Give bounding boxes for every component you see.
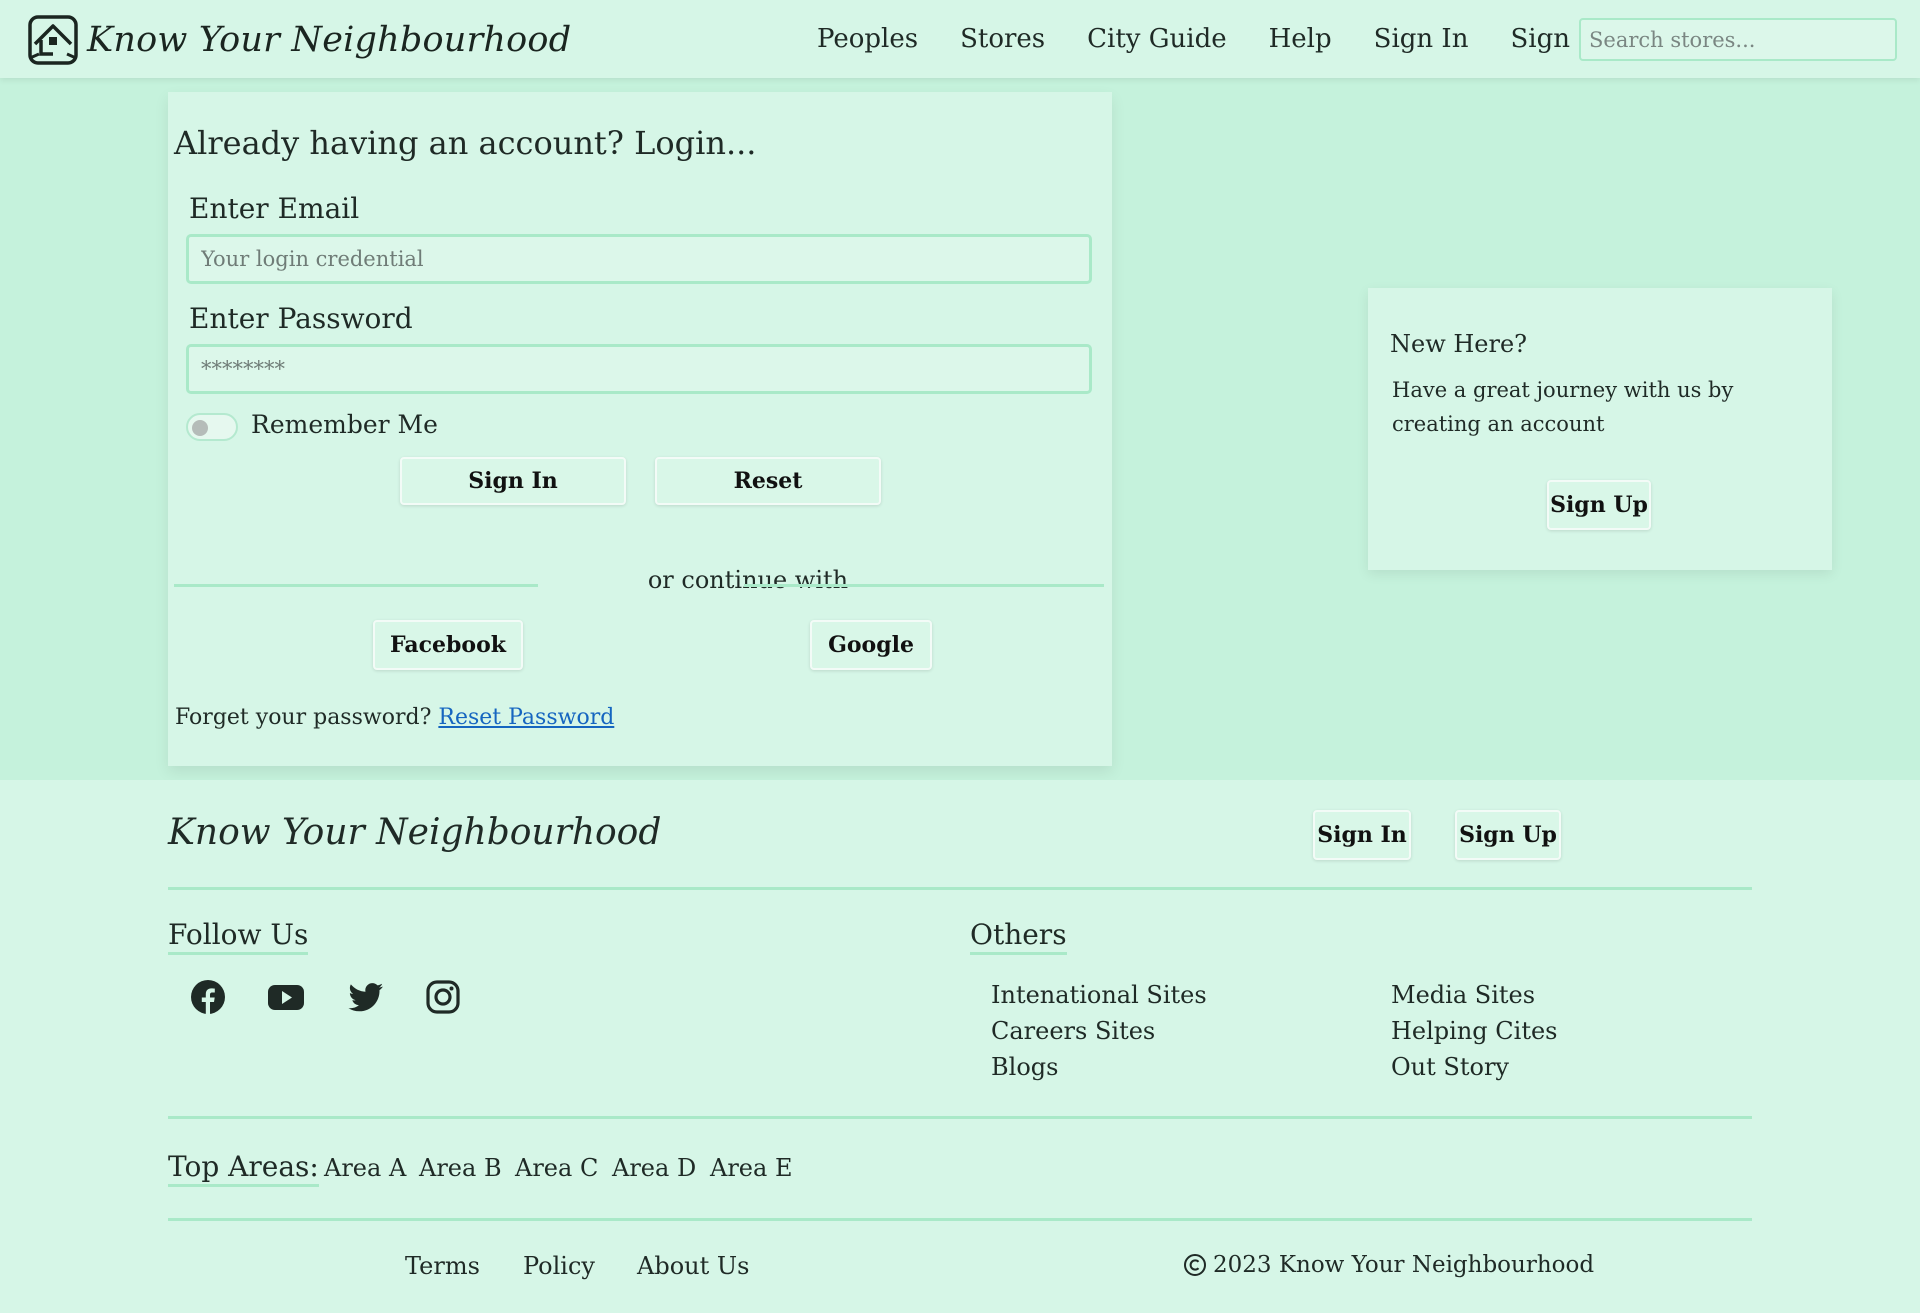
others-link-careers-sites[interactable]: Careers Sites [991, 1017, 1155, 1045]
area-link-d[interactable]: Area D [612, 1154, 696, 1182]
nav-link-help[interactable]: Help [1269, 22, 1332, 56]
forgot-password: Forget your password? Reset Password [175, 705, 614, 730]
footer-brand: Know Your Neighbourhood [168, 812, 662, 853]
others-link-international-sites[interactable]: Intenational Sites [991, 981, 1207, 1009]
youtube-icon[interactable] [267, 978, 305, 1016]
footer-link-terms[interactable]: Terms [405, 1252, 480, 1280]
navbar: Know Your Neighbourhood Peoples Stores C… [0, 0, 1920, 78]
footer-sign-up-button[interactable]: Sign Up [1455, 810, 1561, 860]
reset-password-link[interactable]: Reset Password [438, 705, 614, 730]
footer-divider-2 [168, 1116, 1752, 1119]
footer-link-about-us[interactable]: About Us [637, 1252, 749, 1280]
nav-link-peoples[interactable]: Peoples [817, 22, 918, 56]
brand-name: Know Your Neighbourhood [87, 20, 572, 60]
password-label: Enter Password [189, 302, 413, 335]
password-field[interactable] [186, 344, 1092, 394]
others-link-blogs[interactable]: Blogs [991, 1053, 1058, 1081]
area-link-e[interactable]: Area E [710, 1154, 792, 1182]
others-link-media-sites[interactable]: Media Sites [1391, 981, 1535, 1009]
copyright-icon [1184, 1254, 1206, 1276]
top-areas-title: Top Areas: [168, 1150, 319, 1187]
divider-line-left [174, 584, 538, 587]
copyright: 2023 Know Your Neighbourhood [1183, 1252, 1594, 1278]
nav-link-stores[interactable]: Stores [960, 22, 1045, 56]
others-link-helping-cites[interactable]: Helping Cites [1391, 1017, 1558, 1045]
divider-line-right [744, 584, 1104, 587]
copyright-text: 2023 Know Your Neighbourhood [1213, 1252, 1595, 1278]
reset-button[interactable]: Reset [655, 457, 881, 505]
facebook-login-button[interactable]: Facebook [373, 620, 523, 670]
login-title: Already having an account? Login... [174, 124, 757, 162]
footer: Know Your Neighbourhood Sign In Sign Up … [0, 780, 1920, 1313]
forgot-password-text: Forget your password? [175, 705, 432, 730]
footer-sign-in-button[interactable]: Sign In [1313, 810, 1411, 860]
sign-in-button[interactable]: Sign In [400, 457, 626, 505]
remember-me-toggle[interactable] [186, 413, 238, 441]
area-link-a[interactable]: Area A [324, 1154, 406, 1182]
google-login-button[interactable]: Google [810, 620, 932, 670]
remember-me-label: Remember Me [251, 410, 438, 439]
twitter-icon[interactable] [347, 978, 385, 1016]
email-label: Enter Email [189, 192, 360, 225]
facebook-icon[interactable] [189, 978, 227, 1016]
divider-text: or continue with [647, 566, 849, 594]
area-link-b[interactable]: Area B [419, 1154, 502, 1182]
nav-links: Peoples Stores City Guide Help Sign In S… [817, 22, 1659, 56]
brand[interactable]: Know Your Neighbourhood [27, 14, 571, 66]
login-card: Already having an account? Login... Ente… [168, 92, 1112, 766]
others-link-out-story[interactable]: Out Story [1391, 1053, 1509, 1081]
new-here-sign-up-button[interactable]: Sign Up [1547, 480, 1651, 530]
area-link-c[interactable]: Area C [515, 1154, 598, 1182]
new-here-card: New Here? Have a great journey with us b… [1368, 288, 1832, 570]
follow-us-title: Follow Us [168, 918, 309, 955]
nav-link-city-guide[interactable]: City Guide [1087, 22, 1226, 56]
nav-link-sign-in[interactable]: Sign In [1374, 22, 1469, 56]
others-title: Others [970, 918, 1067, 955]
footer-link-policy[interactable]: Policy [523, 1252, 595, 1280]
instagram-icon[interactable] [424, 978, 462, 1016]
new-here-title: New Here? [1390, 330, 1528, 358]
email-field[interactable] [186, 234, 1092, 284]
search-input[interactable] [1579, 18, 1897, 61]
toggle-knob [192, 420, 208, 436]
home-logo-icon [28, 15, 78, 65]
new-here-text: Have a great journey with us by creating… [1392, 378, 1734, 436]
footer-divider-3 [168, 1218, 1752, 1221]
footer-divider-1 [168, 887, 1752, 890]
